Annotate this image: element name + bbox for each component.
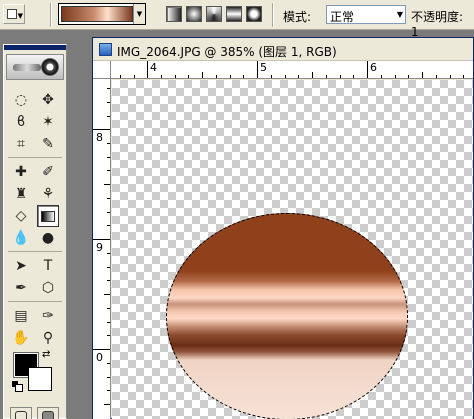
- gradient-picker[interactable]: ▼: [58, 3, 146, 25]
- healing-brush-tool-icon[interactable]: ✚: [10, 161, 32, 183]
- ruler-label: 5: [260, 61, 267, 74]
- opacity-label: 不透明度: 1: [411, 10, 464, 39]
- vertical-ruler[interactable]: 8 9 0: [93, 79, 111, 419]
- standard-mode-button[interactable]: [10, 407, 32, 419]
- separator: [8, 301, 62, 302]
- background-color-swatch[interactable]: [28, 367, 52, 391]
- photoshop-logo[interactable]: [6, 54, 64, 80]
- ruler-label: 4: [150, 61, 157, 74]
- separator: [272, 3, 274, 27]
- reflected-gradient-button[interactable]: [226, 6, 242, 22]
- toolbox: ◌ ✥ ϐ ✶ ⌗ ✎ ✚ ✐ ♜ ⚘ ◇ 💧 ● ➤ T ✒ ⬡ ▤ ✑ ✋ …: [3, 44, 67, 419]
- eyedropper-tool-icon[interactable]: ✑: [37, 305, 59, 327]
- ruler-label: 0: [96, 351, 103, 364]
- dropdown-arrow-icon: ▼: [17, 12, 23, 20]
- angle-gradient-button[interactable]: [206, 6, 222, 22]
- diamond-gradient-button[interactable]: [246, 6, 262, 22]
- chevron-down-icon: ▼: [396, 10, 403, 19]
- lasso-tool-icon[interactable]: ϐ: [10, 111, 32, 133]
- pen-tool-icon[interactable]: ✒: [10, 277, 32, 299]
- type-tool-icon[interactable]: T: [37, 255, 59, 277]
- quick-mask-icon: [42, 411, 54, 419]
- document-window: IMG_2064.JPG @ 385% (图层 1, RGB) 4 5 6 8 …: [92, 37, 474, 419]
- quick-mask-mode-button[interactable]: [37, 407, 59, 419]
- clone-stamp-tool-icon[interactable]: ♜: [10, 183, 32, 205]
- horizontal-ruler[interactable]: 4 5 6: [111, 61, 473, 79]
- blur-tool-icon[interactable]: 💧: [10, 227, 32, 249]
- ruler-origin[interactable]: [93, 61, 111, 79]
- document-title: IMG_2064.JPG @ 385% (图层 1, RGB): [117, 45, 337, 59]
- magic-wand-tool-icon[interactable]: ✶: [37, 111, 59, 133]
- ruler-label: 8: [96, 131, 103, 144]
- ruler-label: 9: [96, 241, 103, 254]
- move-tool-icon[interactable]: ✥: [37, 89, 59, 111]
- standard-mode-icon: [15, 411, 27, 419]
- marquee-tool-icon[interactable]: ◌: [10, 89, 32, 111]
- gradient-tool-icon: [7, 9, 17, 19]
- default-colors-icon[interactable]: [12, 381, 23, 392]
- gradient-preview[interactable]: [61, 6, 133, 22]
- mode-select-value: 正常: [330, 10, 355, 24]
- eye-icon: [41, 58, 59, 76]
- crop-tool-icon[interactable]: ⌗: [10, 133, 32, 155]
- elliptical-selection-marquee: [166, 213, 408, 419]
- slice-tool-icon[interactable]: ✎: [37, 133, 59, 155]
- tool-preset-picker[interactable]: ▼: [3, 4, 25, 24]
- mode-select[interactable]: 正常 ▼: [326, 5, 406, 24]
- document-icon: [99, 43, 112, 56]
- swap-colors-icon[interactable]: ⇄: [42, 349, 50, 360]
- zoom-tool-icon[interactable]: ⚲: [37, 327, 59, 349]
- horizontal-ruler-ticks: [120, 61, 464, 78]
- separator: [8, 251, 62, 252]
- linear-gradient-button[interactable]: [166, 6, 182, 22]
- feather-icon: [13, 64, 41, 71]
- canvas[interactable]: [112, 80, 473, 419]
- separator: [50, 3, 52, 27]
- history-brush-tool-icon[interactable]: ⚘: [37, 183, 59, 205]
- separator: [8, 157, 62, 158]
- gradient-tool-button[interactable]: [37, 205, 59, 227]
- gradient-tool-icon: [41, 211, 55, 222]
- options-bar: ▼ ▼ 模式: 正常 ▼ 不透明度: 1: [0, 0, 474, 39]
- shape-tool-icon[interactable]: ⬡: [37, 277, 59, 299]
- radial-gradient-button[interactable]: [186, 6, 202, 22]
- eraser-tool-icon[interactable]: ◇: [10, 205, 32, 227]
- notes-tool-icon[interactable]: ▤: [10, 305, 32, 327]
- path-selection-tool-icon[interactable]: ➤: [10, 255, 32, 277]
- toolbox-title-bar[interactable]: [4, 45, 66, 50]
- hand-tool-icon[interactable]: ✋: [10, 327, 32, 349]
- ruler-label: 6: [370, 61, 377, 74]
- dodge-tool-icon[interactable]: ●: [37, 227, 59, 249]
- gradient-dropdown-arrow-icon[interactable]: ▼: [133, 4, 145, 24]
- brush-tool-icon[interactable]: ✐: [37, 161, 59, 183]
- mode-label: 模式:: [283, 10, 312, 24]
- document-title-bar[interactable]: IMG_2064.JPG @ 385% (图层 1, RGB): [93, 38, 473, 61]
